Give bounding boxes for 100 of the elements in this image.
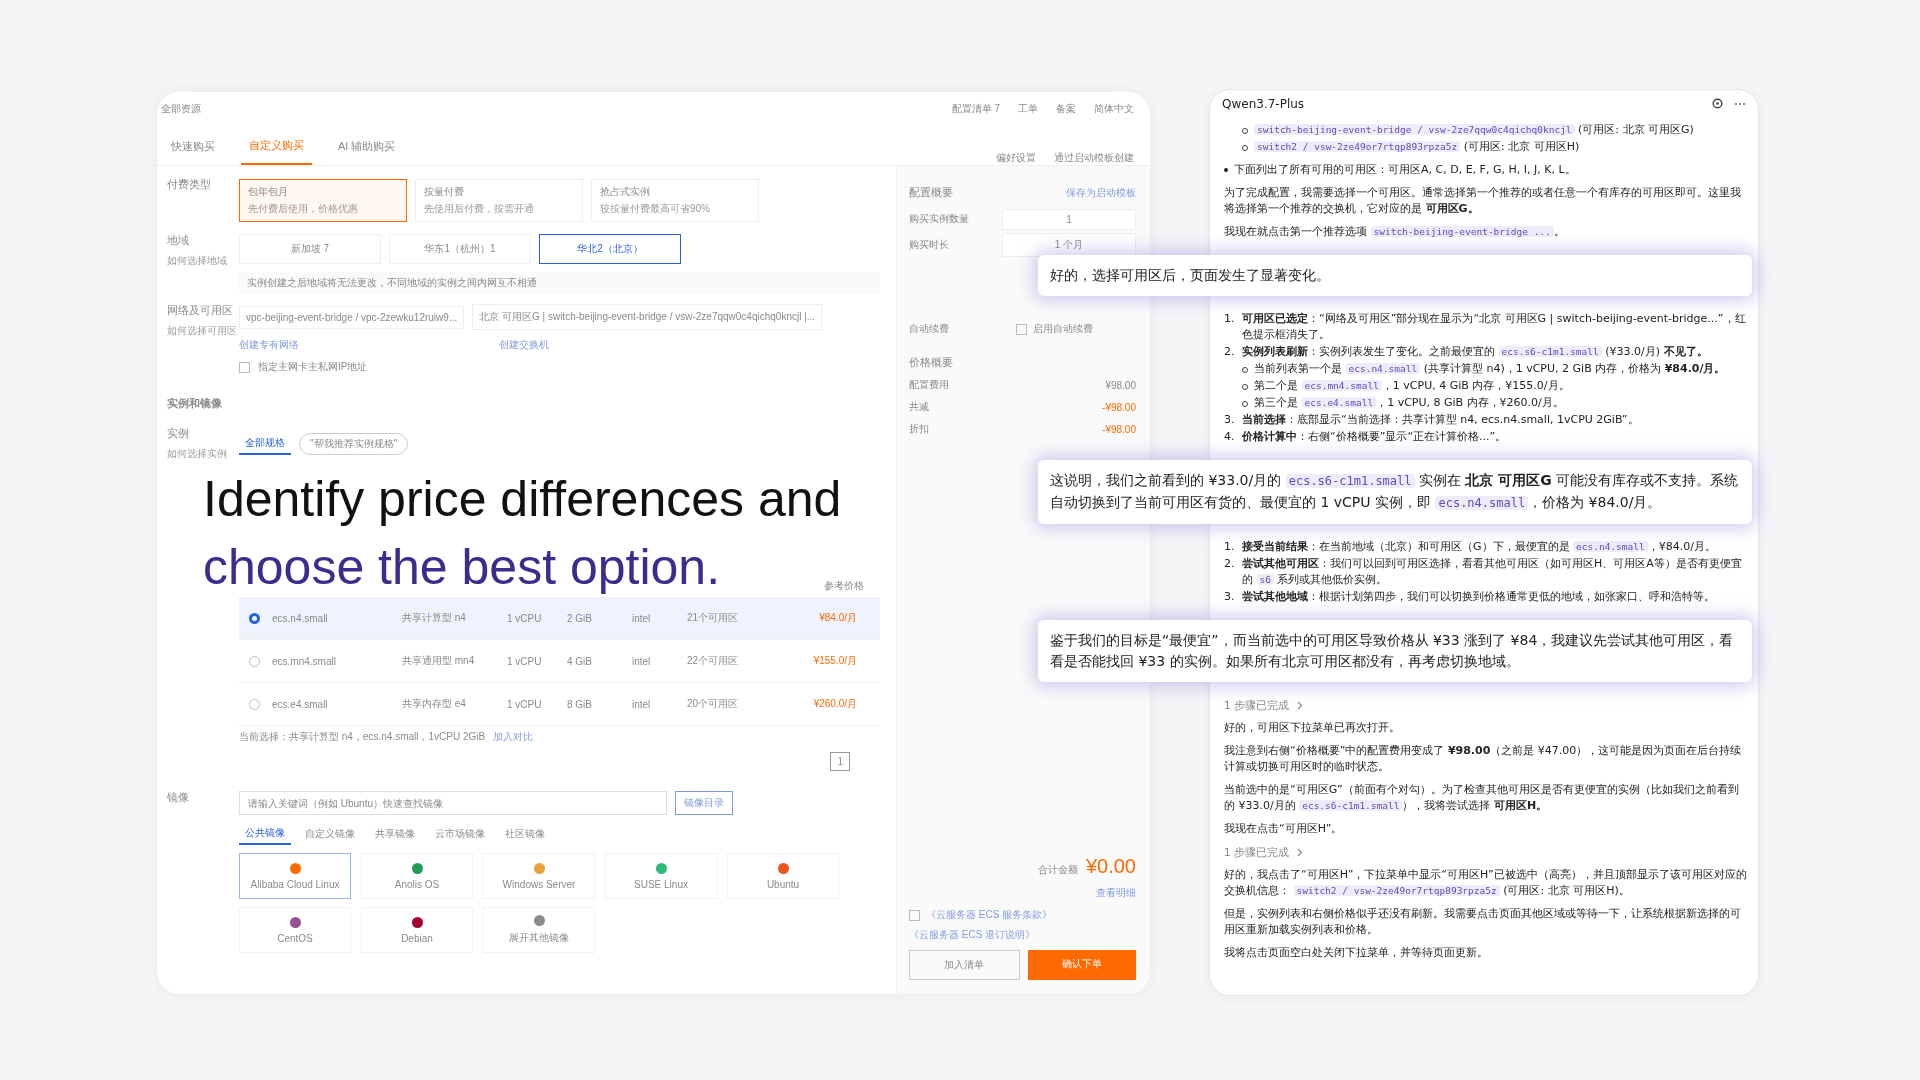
table-cell-text: ecs.n4.small [272,612,329,624]
radio-button[interactable] [249,612,260,624]
purchase-tab[interactable]: AI 辅助购买 [330,139,404,164]
page-button[interactable]: 1 [830,752,850,771]
billing-option[interactable]: 抢占式实例 较按量付费最高可省90% [591,178,759,222]
message-paragraph: 我将点击页面空白处关闭下拉菜单，并等待页面更新。 [1224,945,1489,961]
steps-toggle[interactable]: 1 步骤已完成 [1224,697,1748,713]
top-link[interactable]: 配置清单 7 [951,101,1000,116]
list-item: 下面列出了所有可用的可用区：可用区A, C, D, E, F, G, H, I, J, K, L。 [1234,162,1577,178]
list-number: 2. [1224,556,1236,572]
message-paragraph: 当前选中的是“可用区G”（前面有个对勾）。为了检查其他可用区是否有更便宜的实例（比如我们之前看到的 ¥33.0/月的 ecs.s6-c1m1.small ），我将尝试选择 可用区H。 [1224,782,1740,814]
checkbox[interactable] [239,361,250,373]
save-template-link[interactable]: 保存为启动模板 [1066,186,1136,200]
billing-option[interactable]: 按量付费 先使用后付费，按需开通 [415,178,583,222]
field-label: 自动续费 [909,322,949,336]
highlight-callout: 这说明，我们之前看到的 ¥33.0/月的 ecs.s6-c1m1.small 实例在 北京 可用区G 可能没有库存或不支持。系统自动切换到了当前可用区有货的、最便宜的 1 vCPU 实例，即 ecs.n4.small ，价格为 ¥84.0/月。 [1038,460,1752,524]
help-link[interactable]: 如何选择可用区 [167,324,239,338]
checkbox[interactable] [909,909,920,921]
top-link[interactable]: 备案 [1056,101,1076,116]
image-card[interactable]: 展开其他镜像 [483,907,595,953]
add-to-list-button[interactable]: 加入清单 [909,950,1020,980]
create-link[interactable]: 创建专有网络 [239,338,299,352]
help-link[interactable]: 如何选择地域 [167,254,239,268]
image-card[interactable]: Ubuntu [727,853,839,899]
vpc-select[interactable]: vpc-beijing-event-bridge / vpc-2zewku12ruiw9... [239,305,465,329]
list-item: 接受当前结果：在当前地域（北京）和可用区（G）下，最便宜的是 ecs.n4.small ，¥84.0/月。 [1242,539,1717,555]
instance-row[interactable]: ecs.e4.small 共享内存型 e4 1 vCPU 8 GiB intel 20个可用区 ¥260.0/月 [239,683,880,726]
image-tab[interactable]: 公共镜像 [239,823,291,845]
steps-toggle[interactable]: 1 步骤已完成 [1224,844,1748,860]
image-card[interactable]: Windows Server [483,853,595,899]
price-label: 共减 [909,400,929,414]
help-link[interactable]: 如何选择实例 [167,447,239,461]
table-cell-text: ecs.mn4.small [272,655,337,667]
top-link[interactable]: 工单 [1018,101,1038,116]
quantity-field[interactable]: 1 [1002,208,1136,230]
chevron-icon [1297,847,1304,857]
region-option[interactable]: 华北2（北京） [539,234,681,264]
compare-link[interactable]: 加入对比 [493,730,534,744]
image-card[interactable]: Alibaba Cloud Linux [239,853,351,899]
image-tab[interactable]: 共享镜像 [369,824,421,844]
list-item: 第三个是 ecs.e4.small ，1 vCPU, 8 GiB 内存，¥260.0/月。 [1254,395,1565,411]
column-header[interactable]: 参考价格 [824,579,864,593]
list-number: 1. [1224,311,1236,327]
tab-link[interactable]: 偏好设置 [996,151,1036,165]
table-cell-text: 22个可用区 [687,654,740,668]
table-cell-text: 8 GiB [567,698,593,710]
table-cell-text: 2 GiB [567,612,593,624]
image-card[interactable]: CentOS [239,907,351,953]
terms-link[interactable]: 《云服务器 ECS 服务条款》 [926,908,1053,922]
list-item: 价格计算中：右侧“价格概要”显示“正在计算价格...”。 [1242,429,1508,445]
top-link[interactable]: 简体中文 [1094,101,1134,116]
list-number: 2. [1224,344,1236,360]
image-card[interactable]: SUSE Linux [605,853,717,899]
message-paragraph: 我现在就点击第一个推荐选项 switch-beijing-event-bridge ... 。 [1224,224,1566,240]
catalog-button[interactable]: 镜像目录 [675,791,733,815]
checkbox-label: 启用自动续费 [1033,322,1093,336]
image-tab[interactable]: 自定义镜像 [299,824,361,844]
image-tab[interactable]: 社区镜像 [499,824,551,844]
create-link[interactable]: 创建交换机 [499,338,549,352]
message-paragraph: 但是，实例列表和右侧价格似乎还没有刷新。我需要点击页面其他区域或等待一下，让系统根据新选择的可用区重新加载实例列表和价格。 [1224,906,1742,938]
image-tab[interactable]: 云市场镜像 [429,824,491,844]
image-search-field[interactable]: 请输入关键词（例如 Ubuntu）快速查找镜像 [239,791,667,815]
bullet-icon [1224,168,1228,172]
more-icon[interactable] [1734,102,1746,106]
checkbox[interactable] [1016,323,1027,335]
table-cell-text: ¥260.0/月 [812,697,857,711]
image-card[interactable]: Debian [361,907,473,953]
instance-row[interactable]: ecs.mn4.small 共享通用型 mn4 1 vCPU 4 GiB intel 22个可用区 ¥155.0/月 [239,640,880,683]
table-cell-text: 1 vCPU [507,698,543,710]
purchase-tab[interactable]: 自定义购买 [241,138,312,165]
resource-menu[interactable]: 全部资源 [161,101,201,116]
price-value: -¥98.00 [1102,423,1136,435]
list-item: 尝试其他可用区：我们可以回到可用区选择，看看其他可用区（如可用区H、可用区A等）是否有更便宜的 s6 系列或其他低价实例。 [1242,556,1743,588]
list-item: switch2 / vsw-2ze49or7rtqp893rpza5z (可用区: 北京 可用区H) [1254,139,1748,155]
instance-row[interactable]: ecs.n4.small 共享计算型 n4 1 vCPU 2 GiB intel 21个可用区 ¥84.0/月 [239,597,880,640]
table-cell-text: ¥84.0/月 [818,611,857,625]
total-label: 合计金额 [1037,863,1078,877]
table-cell-text: ecs.e4.small [272,698,329,710]
message-paragraph: 好的，我点击了“可用区H”，下拉菜单中显示“可用区H”已被选中（高亮），并且顶部显示了该可用区对应的交换机信息： switch2 / vsw-2ze49or7rtqp893rpza5z (可用区: 北京 可用区H)。 [1224,867,1748,899]
duration-select[interactable]: 1 个月 [1002,233,1136,257]
field-label: 实例 [167,427,190,441]
spec-tab[interactable]: 全部规格 [239,433,291,455]
details-link[interactable]: 查看明细 [1096,886,1136,900]
billing-option[interactable]: 包年包月 先付费后使用，价格优惠 [239,178,407,222]
table-cell-text: 21个可用区 [687,611,740,625]
image-card[interactable]: Anolis OS [361,853,473,899]
table-cell-text: 1 vCPU [507,612,543,624]
model-title: Qwen3.7-Plus [1222,97,1305,111]
purchase-tab[interactable]: 快速购买 [163,139,223,164]
terms-link[interactable]: 《云服务器 ECS 退订说明》 [909,928,1036,942]
tab-link[interactable]: 通过启动模板创建 [1054,151,1134,165]
region-option[interactable]: 新加坡 7 [239,234,381,264]
highlight-callout: 好的，选择可用区后，页面发生了显著变化。 [1038,255,1752,296]
region-option[interactable]: 华东1（杭州）1 [389,234,531,264]
table-cell-text: 共享内存型 e4 [402,697,467,711]
confirm-order-button[interactable]: 确认下单 [1027,950,1136,980]
price-label: 配置费用 [909,378,949,392]
search-icon[interactable] [1712,98,1724,110]
zone-select[interactable]: 北京 可用区G | switch-beijing-event-bridge / vsw-2ze7qqw0c4qichq0kncjl |... [472,304,823,330]
list-item: switch-beijing-event-bridge / vsw-2ze7qqw0c4qichq0kncjl (可用区: 北京 可用区G) [1254,122,1748,138]
